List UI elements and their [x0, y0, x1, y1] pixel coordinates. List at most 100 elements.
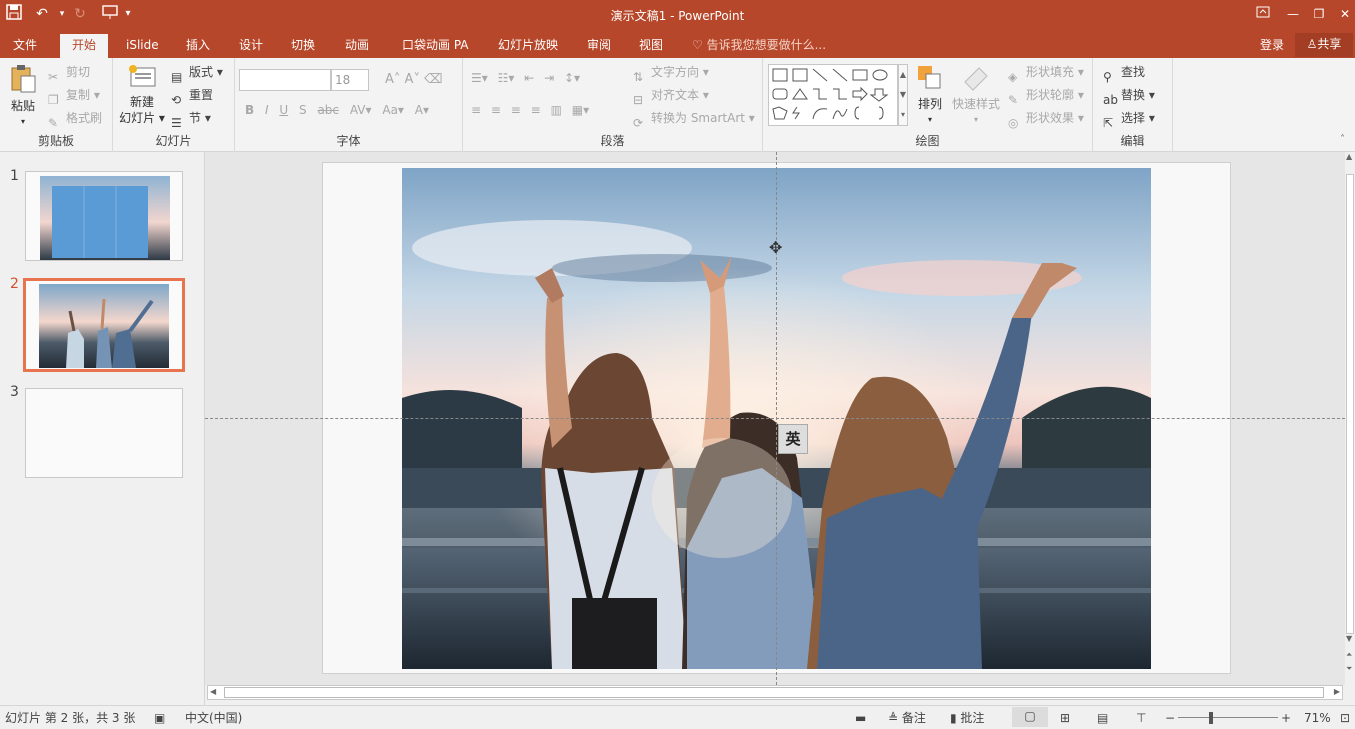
tell-me-search[interactable]: ♡ 告诉我您想要做什么... [692, 34, 826, 56]
slide-thumbnail-2[interactable] [23, 278, 185, 372]
comments-button[interactable]: ▮ 批注 [950, 709, 984, 727]
numbering-icon[interactable]: ☷▾ [498, 71, 515, 85]
format-painter-button[interactable]: ✎ 格式刷 [48, 108, 102, 130]
arrange-button[interactable]: 排列 ▾ [911, 64, 949, 128]
new-slide-label-2: 幻灯片 ▾ [119, 111, 165, 125]
language-indicator[interactable]: 中文(中国) [185, 709, 242, 727]
select-button[interactable]: ⇱ 选择 ▾ [1103, 108, 1155, 130]
layout-button[interactable]: ▤ 版式 ▾ [171, 62, 223, 84]
tab-animations[interactable]: 动画 [342, 34, 372, 58]
minimize-button[interactable]: — [1282, 3, 1304, 25]
align-center-icon[interactable]: ≡ [491, 103, 501, 117]
font-name-field[interactable] [239, 69, 331, 91]
bold-icon[interactable]: B [245, 103, 254, 117]
shape-outline-button[interactable]: ✎ 形状轮廓 ▾ [1008, 85, 1084, 107]
increase-indent-icon[interactable]: ⇥ [544, 71, 554, 85]
change-case-icon[interactable]: Aa▾ [382, 103, 404, 117]
zoom-level[interactable]: 71% [1304, 709, 1331, 727]
horizontal-scrollbar[interactable]: ◀ ▶ [207, 685, 1343, 700]
scroll-down-icon[interactable]: ▼ [1346, 634, 1352, 643]
scroll-right-icon[interactable]: ▶ [1334, 687, 1340, 696]
horizontal-guide[interactable] [205, 418, 1345, 419]
tab-pocket-animation[interactable]: 口袋动画 PA [399, 34, 472, 58]
reset-button[interactable]: ⟲ 重置 [171, 85, 213, 107]
decrease-indent-icon[interactable]: ⇤ [524, 71, 534, 85]
bullets-icon[interactable]: ☰▾ [471, 71, 488, 85]
clear-format-icon[interactable]: ⌫ [424, 72, 442, 87]
smartart-button[interactable]: ⟳ 转换为 SmartArt ▾ [633, 108, 755, 130]
fit-to-window-icon[interactable]: ⊡ [1340, 709, 1350, 727]
zoom-out-icon[interactable]: − [1165, 709, 1175, 727]
gallery-scroll[interactable]: ▲ ▼ ▾ [898, 64, 908, 126]
italic-icon[interactable]: I [265, 103, 269, 117]
section-button[interactable]: ☰ 节 ▾ [171, 108, 211, 130]
distributed-icon[interactable]: ▥ [551, 103, 562, 117]
align-right-icon[interactable]: ≡ [511, 103, 521, 117]
horizontal-scroll-thumb[interactable] [224, 687, 1324, 698]
replace-button[interactable]: ab 替换 ▾ [1103, 85, 1155, 107]
normal-view-icon[interactable]: ▢ [1012, 707, 1048, 727]
slideshow-view-icon[interactable]: ⊤ [1136, 709, 1146, 727]
paste-button[interactable]: 粘贴 ▾ [6, 64, 40, 130]
slide-number: 1 [10, 168, 19, 184]
shape-effects-button[interactable]: ◎ 形状效果 ▾ [1008, 108, 1084, 130]
zoom-slider[interactable] [1178, 717, 1278, 718]
copy-button[interactable]: ❐ 复制 ▾ [48, 85, 100, 107]
tab-review[interactable]: 审阅 [584, 34, 614, 58]
collapse-ribbon-icon[interactable]: ˄ [1340, 134, 1345, 145]
restore-button[interactable]: ❐ [1308, 3, 1330, 25]
columns-icon[interactable]: ▦▾ [572, 103, 589, 117]
decrease-font-icon[interactable]: A˅ [405, 72, 420, 87]
zoom-slider-thumb[interactable] [1209, 712, 1213, 724]
quick-styles-button[interactable]: 快速样式 ▾ [951, 64, 1001, 128]
previous-slide-icon[interactable]: ⏶ [1346, 650, 1352, 660]
tab-view[interactable]: 视图 [636, 34, 666, 58]
tab-islide[interactable]: iSlide [123, 34, 162, 58]
justify-icon[interactable]: ≡ [531, 103, 541, 117]
line-spacing-icon[interactable]: ↕▾ [564, 71, 580, 85]
notes-view-icon[interactable]: ▬ [855, 709, 866, 727]
underline-icon[interactable]: U [279, 103, 288, 117]
increase-font-icon[interactable]: A˄ [385, 72, 400, 87]
tab-home[interactable]: 开始 [60, 34, 109, 58]
reading-view-icon[interactable]: ▤ [1097, 709, 1108, 727]
copy-icon: ❐ [48, 92, 59, 107]
zoom-in-icon[interactable]: + [1281, 709, 1291, 727]
notes-button[interactable]: ≜ 备注 [888, 709, 926, 727]
vertical-scrollbar[interactable]: ▲ ▼ ⏶ ⏷ [1345, 152, 1355, 685]
char-spacing-icon[interactable]: AV▾ [350, 103, 372, 117]
slide-sorter-icon[interactable]: ⊞ [1060, 709, 1070, 727]
slide-thumbnail-1[interactable] [25, 171, 183, 261]
ribbon-display-icon[interactable] [1252, 3, 1274, 25]
vertical-guide[interactable] [776, 152, 777, 685]
shapes-gallery[interactable] [768, 64, 898, 126]
close-button[interactable]: ✕ [1334, 3, 1355, 25]
slide-thumbnail-3[interactable] [25, 388, 183, 478]
slide-editor[interactable]: ✥ 英 [205, 152, 1345, 685]
tab-transitions[interactable]: 切换 [288, 34, 318, 58]
scroll-up-icon[interactable]: ▲ [1346, 152, 1352, 161]
align-text-button[interactable]: ⊟ 对齐文本 ▾ [633, 85, 709, 107]
find-button[interactable]: ⚲ 查找 [1103, 62, 1145, 84]
replace-label: 替换 [1121, 88, 1146, 102]
shadow-icon[interactable]: S [299, 103, 307, 117]
login-link[interactable]: 登录 [1260, 34, 1284, 56]
spellcheck-icon[interactable]: ▣ [154, 709, 165, 727]
new-slide-button[interactable]: 新建 幻灯片 ▾ [118, 64, 166, 126]
cut-button[interactable]: ✂ 剪切 [48, 62, 90, 84]
share-button[interactable]: ♙共享 [1295, 33, 1353, 57]
text-direction-button[interactable]: ⇅ 文字方向 ▾ [633, 62, 709, 84]
next-slide-icon[interactable]: ⏷ [1346, 664, 1352, 674]
tab-file[interactable]: 文件 [10, 34, 40, 58]
tab-insert[interactable]: 插入 [183, 34, 213, 58]
scroll-left-icon[interactable]: ◀ [210, 687, 216, 696]
font-size-field[interactable]: 18 [331, 69, 369, 91]
vertical-scroll-thumb[interactable] [1346, 174, 1354, 634]
font-color-icon[interactable]: A▾ [415, 103, 429, 117]
section-icon: ☰ [171, 115, 182, 130]
tab-slideshow[interactable]: 幻灯片放映 [495, 34, 561, 58]
align-left-icon[interactable]: ≡ [471, 103, 481, 117]
strikethrough-icon[interactable]: abc [317, 103, 339, 117]
tab-design[interactable]: 设计 [236, 34, 266, 58]
shape-fill-button[interactable]: ◈ 形状填充 ▾ [1008, 62, 1084, 84]
